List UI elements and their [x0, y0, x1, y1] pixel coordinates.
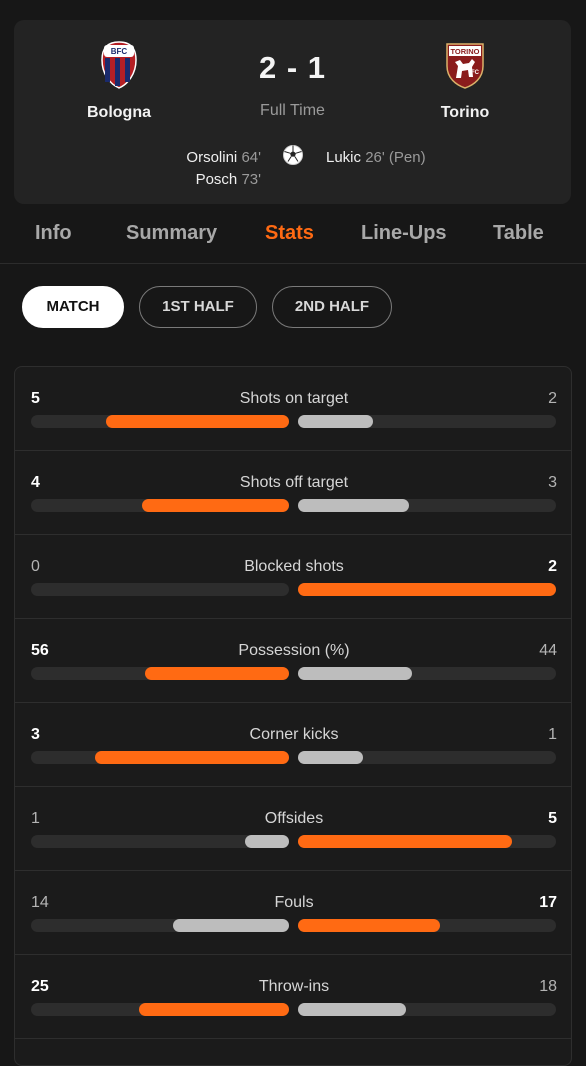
match-tabs: Info Summary Stats Line-Ups Table	[0, 222, 586, 262]
home-scorers: Orsolini 64' Posch 73'	[186, 147, 261, 191]
scorer-entry: Orsolini 64'	[186, 147, 261, 169]
home-bar-track	[31, 415, 289, 428]
stat-away-value: 18	[539, 978, 557, 995]
away-bar-fill	[298, 667, 412, 680]
match-header: BFC Bologna 2 - 1 Full Time TORINO FC To…	[14, 20, 571, 204]
stat-row: 5 Shots on target 2	[15, 367, 571, 451]
home-bar-track	[31, 583, 289, 596]
away-bar-fill	[298, 415, 373, 428]
scorer-entry: Lukic 26' (Pen)	[326, 147, 426, 169]
goal-minute: 64'	[241, 149, 261, 166]
stat-row: 3 Corner kicks 1	[15, 703, 571, 787]
away-bar-track	[298, 751, 556, 764]
away-bar-track	[298, 415, 556, 428]
stat-away-value: 3	[548, 474, 557, 491]
home-bar-fill	[245, 835, 289, 848]
stat-label: Offsides	[264, 810, 324, 827]
stat-label: Shots off target	[239, 474, 349, 491]
home-bar-track	[31, 919, 289, 932]
tab-info[interactable]: Info	[35, 222, 72, 245]
away-bar-track	[298, 835, 556, 848]
away-team-name: Torino	[440, 104, 490, 121]
away-bar-fill	[298, 583, 556, 596]
stat-row: 0 Blocked shots 2	[15, 535, 571, 619]
period-1st-half-button[interactable]: 1ST HALF	[139, 286, 257, 328]
tab-stats[interactable]: Stats	[265, 222, 314, 245]
home-bar-fill	[106, 415, 289, 428]
stat-away-value: 5	[548, 810, 557, 827]
goal-minute: 73'	[241, 171, 261, 188]
away-bar-fill	[298, 751, 363, 764]
period-2nd-half-button[interactable]: 2ND HALF	[272, 286, 392, 328]
soccer-ball-icon	[283, 145, 303, 165]
svg-text:TORINO: TORINO	[450, 47, 479, 56]
away-bar-fill	[298, 499, 409, 512]
stat-away-value: 2	[548, 558, 557, 575]
stat-label: Shots on target	[239, 390, 349, 407]
tab-table[interactable]: Table	[493, 222, 544, 245]
stat-away-value: 1	[548, 726, 557, 743]
stats-list: 5 Shots on target 2 4 Shots off target 3 0 Bloc…	[14, 366, 572, 1066]
home-bar-fill	[142, 499, 289, 512]
away-bar-track	[298, 667, 556, 680]
away-bar-fill	[298, 835, 512, 848]
stat-away-value: 44	[539, 642, 557, 659]
away-bar-track	[298, 499, 556, 512]
tabs-divider	[0, 263, 586, 264]
away-bar-track	[298, 919, 556, 932]
stat-label: Possession (%)	[238, 642, 350, 659]
tab-line-ups[interactable]: Line-Ups	[361, 222, 447, 245]
stat-label: Fouls	[274, 894, 314, 911]
goal-minute: 26' (Pen)	[365, 149, 426, 166]
home-bar-fill	[139, 1003, 289, 1016]
period-match-button[interactable]: MATCH	[22, 286, 124, 328]
away-team[interactable]: TORINO FC Torino	[405, 40, 525, 122]
away-bar-track	[298, 1003, 556, 1016]
scorer-name: Posch	[195, 171, 238, 188]
scorer-entry: Posch 73'	[186, 169, 261, 191]
stat-away-value: 17	[539, 894, 557, 911]
scorer-name: Lukic	[326, 149, 362, 166]
stat-away-value: 2	[548, 390, 557, 407]
home-bar-track	[31, 1003, 289, 1016]
away-bar-fill	[298, 919, 440, 932]
stat-row: 4 Shots off target 3	[15, 451, 571, 535]
stat-row: 14 Fouls 17	[15, 871, 571, 955]
home-bar-track	[31, 667, 289, 680]
away-bar-fill	[298, 1003, 406, 1016]
stat-row: 56 Possession (%) 44	[15, 619, 571, 703]
home-bar-track	[31, 751, 289, 764]
stat-row: 1 Offsides 5	[15, 787, 571, 871]
torino-crest-icon: TORINO FC	[446, 43, 484, 89]
stat-row: 25 Throw-ins 18	[15, 955, 571, 1039]
period-filter: MATCH 1ST HALF 2ND HALF	[0, 286, 586, 328]
home-bar-fill	[145, 667, 289, 680]
home-bar-track	[31, 835, 289, 848]
home-bar-track	[31, 499, 289, 512]
stat-label: Blocked shots	[244, 558, 344, 575]
tab-summary[interactable]: Summary	[126, 222, 217, 245]
svg-text:FC: FC	[471, 70, 480, 76]
home-bar-fill	[173, 919, 289, 932]
scorer-name: Orsolini	[186, 149, 238, 166]
away-bar-track	[298, 583, 556, 596]
stat-label: Corner kicks	[249, 726, 339, 743]
home-bar-fill	[95, 751, 289, 764]
away-scorers: Lukic 26' (Pen)	[326, 147, 426, 169]
stat-label: Throw-ins	[258, 978, 330, 995]
